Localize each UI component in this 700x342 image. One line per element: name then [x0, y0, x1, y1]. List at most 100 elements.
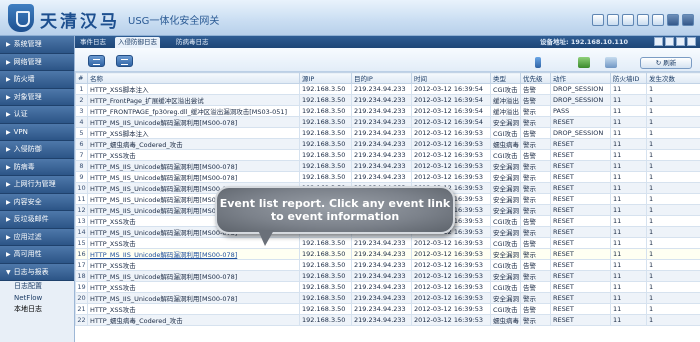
event-name-cell[interactable]: HTTP_XSS攻击	[87, 259, 300, 271]
table-row[interactable]: 19 HTTP_XSS攻击 192.168.3.50 219.234.94.233 20…	[75, 281, 700, 293]
sidebar-item-network[interactable]: ▶ 网络管理	[0, 53, 74, 71]
event-type-cell: CGI攻击	[490, 281, 521, 293]
table-row[interactable]: 18 HTTP_MS_IIS_Unicode解码漏洞利用[MS00-078] 192…	[75, 270, 700, 282]
event-name-cell[interactable]: HTTP_XSS攻击	[87, 149, 300, 161]
source-ip-cell: 192.168.3.50	[299, 83, 352, 95]
action-cell: DROP_SESSION	[550, 127, 611, 139]
report-view-button[interactable]	[116, 55, 133, 67]
email-icon[interactable]	[605, 57, 617, 68]
sidebar-item-ha[interactable]: ▶ 高可用性	[0, 246, 74, 264]
sidebar-item-antivirus[interactable]: ▶ 防病毒	[0, 158, 74, 176]
table-row[interactable]: 21 HTTP_XSS攻击 192.168.3.50 219.234.94.233 20…	[75, 303, 700, 315]
tab-event-log[interactable]: 事件日志	[77, 37, 109, 48]
sidebar-item-objects[interactable]: ▶ 对象管理	[0, 88, 74, 106]
table-row[interactable]: 20 HTTP_MS_IIS_Unicode解码漏洞利用[MS00-078] 192…	[75, 292, 700, 304]
print-icon[interactable]	[665, 37, 674, 46]
user-icon[interactable]	[637, 14, 649, 26]
sidebar-item-behavior[interactable]: ▶ 上网行为管理	[0, 176, 74, 194]
close-icon[interactable]	[687, 37, 696, 46]
table-row[interactable]: 5 HTTP_XSS脚本注入 192.168.3.50 219.234.94.233 2…	[75, 127, 700, 139]
sidebar-item-content[interactable]: ▶ 内容安全	[0, 193, 74, 211]
column-header[interactable]: 源IP	[299, 72, 352, 84]
sidebar-item-firewall[interactable]: ▶ 防火墙	[0, 71, 74, 89]
row-number-cell: 3	[75, 105, 88, 117]
sidebar-item-vpn[interactable]: ▶ VPN	[0, 123, 74, 141]
sidebar-item-antispam[interactable]: ▶ 反垃圾邮件	[0, 211, 74, 229]
sidebar-item-label: 防病毒	[13, 162, 35, 171]
destination-ip-cell: 219.234.94.233	[351, 94, 412, 106]
export-excel-icon[interactable]	[578, 57, 590, 68]
event-type-cell: 安全漏洞	[490, 248, 521, 260]
help-icon[interactable]	[622, 14, 634, 26]
table-row[interactable]: 6 HTTP_蠕虫病毒_Codered_攻击 192.168.3.50 219.234…	[75, 138, 700, 150]
sidebar-item-logs[interactable]: ▼ 日志与报表	[0, 263, 74, 281]
event-name-cell[interactable]: HTTP_MS_IIS_Unicode解码漏洞利用[MS00-078]	[87, 171, 300, 183]
table-row[interactable]: 1 HTTP_XSS脚本注入 192.168.3.50 219.234.94.233 2…	[75, 83, 700, 95]
table-row[interactable]: 16 HTTP_MS_IIS_Unicode解码漏洞利用[MS00-078] 192…	[75, 248, 700, 260]
monitor-icon[interactable]	[607, 14, 619, 26]
column-header[interactable]: 名称	[87, 72, 300, 84]
column-header[interactable]: 防火墙ID	[610, 72, 647, 84]
column-header[interactable]: 时间	[411, 72, 491, 84]
row-number-cell: 21	[75, 303, 88, 315]
event-name-cell[interactable]: HTTP_MS_IIS_Unicode解码漏洞利用[MS00-078]	[87, 270, 300, 282]
sidebar-subitem-local-log[interactable]: 本地日志	[0, 304, 74, 316]
event-name-cell[interactable]: HTTP_蠕虫病毒_Codered_攻击	[87, 138, 300, 150]
save-icon[interactable]	[667, 14, 679, 26]
column-header[interactable]: 发生次数	[646, 72, 700, 84]
action-cell: RESET	[550, 160, 611, 172]
priority-cell: 告警	[520, 259, 551, 271]
row-number-cell: 17	[75, 259, 88, 271]
sidebar-item-appfilter[interactable]: ▶ 应用过滤	[0, 228, 74, 246]
event-name-cell[interactable]: HTTP_FRONTPAGE_fp30reg.dll_缓冲区溢出漏洞攻击[MS0…	[87, 105, 300, 117]
event-type-cell: 安全漏洞	[490, 182, 521, 194]
sidebar-item-ips[interactable]: ▶ 入侵防御	[0, 141, 74, 159]
table-row[interactable]: 17 HTTP_XSS攻击 192.168.3.50 219.234.94.233 20…	[75, 259, 700, 271]
table-row[interactable]: 4 HTTP_MS_IIS_Unicode解码漏洞利用[MS00-078] 192.…	[75, 116, 700, 128]
column-header[interactable]: 优先级	[520, 72, 551, 84]
table-row[interactable]: 7 HTTP_XSS攻击 192.168.3.50 219.234.94.233 201…	[75, 149, 700, 161]
timestamp-cell: 2012-03-12 16:39:53	[411, 314, 491, 326]
table-row[interactable]: 2 HTTP_FrontPage_扩展缓冲区溢出尝试 192.168.3.50 219…	[75, 94, 700, 106]
event-name-cell[interactable]: HTTP_蠕虫病毒_Codered_攻击	[87, 314, 300, 326]
event-type-cell: CGI攻击	[490, 237, 521, 249]
event-type-cell: CGI攻击	[490, 83, 521, 95]
column-header[interactable]: 动作	[550, 72, 611, 84]
occurrence-count-cell: 1	[646, 303, 700, 315]
column-header[interactable]: 类型	[490, 72, 521, 84]
sidebar-subitem-netflow[interactable]: NetFlow	[0, 293, 74, 305]
tab-antivirus-log[interactable]: 防病毒日志	[173, 37, 212, 48]
destination-ip-cell: 219.234.94.233	[351, 138, 412, 150]
table-row[interactable]: 9 HTTP_MS_IIS_Unicode解码漏洞利用[MS00-078] 192.…	[75, 171, 700, 183]
window-icon[interactable]	[592, 14, 604, 26]
table-row[interactable]: 8 HTTP_MS_IIS_Unicode解码漏洞利用[MS00-078] 192.…	[75, 160, 700, 172]
event-name-cell[interactable]: HTTP_MS_IIS_Unicode解码漏洞利用[MS00-078]	[87, 292, 300, 304]
export-icon[interactable]	[676, 37, 685, 46]
table-row[interactable]: 22 HTTP_蠕虫病毒_Codered_攻击 192.168.3.50 219.23…	[75, 314, 700, 326]
event-name-cell[interactable]: HTTP_XSS攻击	[87, 281, 300, 293]
event-name-cell[interactable]: HTTP_FrontPage_扩展缓冲区溢出尝试	[87, 94, 300, 106]
event-name-cell[interactable]: HTTP_MS_IIS_Unicode解码漏洞利用[MS00-078]	[87, 160, 300, 172]
table-row[interactable]: 3 HTTP_FRONTPAGE_fp30reg.dll_缓冲区溢出漏洞攻击[MS…	[75, 105, 700, 117]
event-name-cell[interactable]: HTTP_MS_IIS_Unicode解码漏洞利用[MS00-078]	[87, 248, 300, 260]
column-header[interactable]: 目的IP	[351, 72, 412, 84]
sidebar-item-auth[interactable]: ▶ 认证	[0, 106, 74, 124]
sidebar-subitem-log-config[interactable]: 日志配置	[0, 281, 74, 293]
occurrence-count-cell: 1	[646, 314, 700, 326]
sidebar-item-label: 网络管理	[13, 57, 42, 66]
filter-icon[interactable]	[535, 57, 541, 68]
tab-ips-log[interactable]: 入侵防御日志	[115, 37, 160, 48]
exit-icon[interactable]	[682, 14, 694, 26]
event-name-cell[interactable]: HTTP_MS_IIS_Unicode解码漏洞利用[MS00-078]	[87, 116, 300, 128]
settings-icon[interactable]	[654, 37, 663, 46]
event-name-cell[interactable]: HTTP_XSS脚本注入	[87, 83, 300, 95]
sidebar-item-system[interactable]: ▶ 系统管理	[0, 36, 74, 54]
tool-icon[interactable]	[652, 14, 664, 26]
refresh-button[interactable]: ↻ 刷新	[640, 57, 692, 69]
event-name-cell[interactable]: HTTP_XSS攻击	[87, 303, 300, 315]
list-view-button[interactable]	[88, 55, 105, 67]
table-row[interactable]: 15 HTTP_XSS攻击 192.168.3.50 219.234.94.233 20…	[75, 237, 700, 249]
event-name-cell[interactable]: HTTP_XSS脚本注入	[87, 127, 300, 139]
firewall-id-cell: 11	[610, 116, 647, 128]
column-header[interactable]: #	[75, 72, 88, 84]
